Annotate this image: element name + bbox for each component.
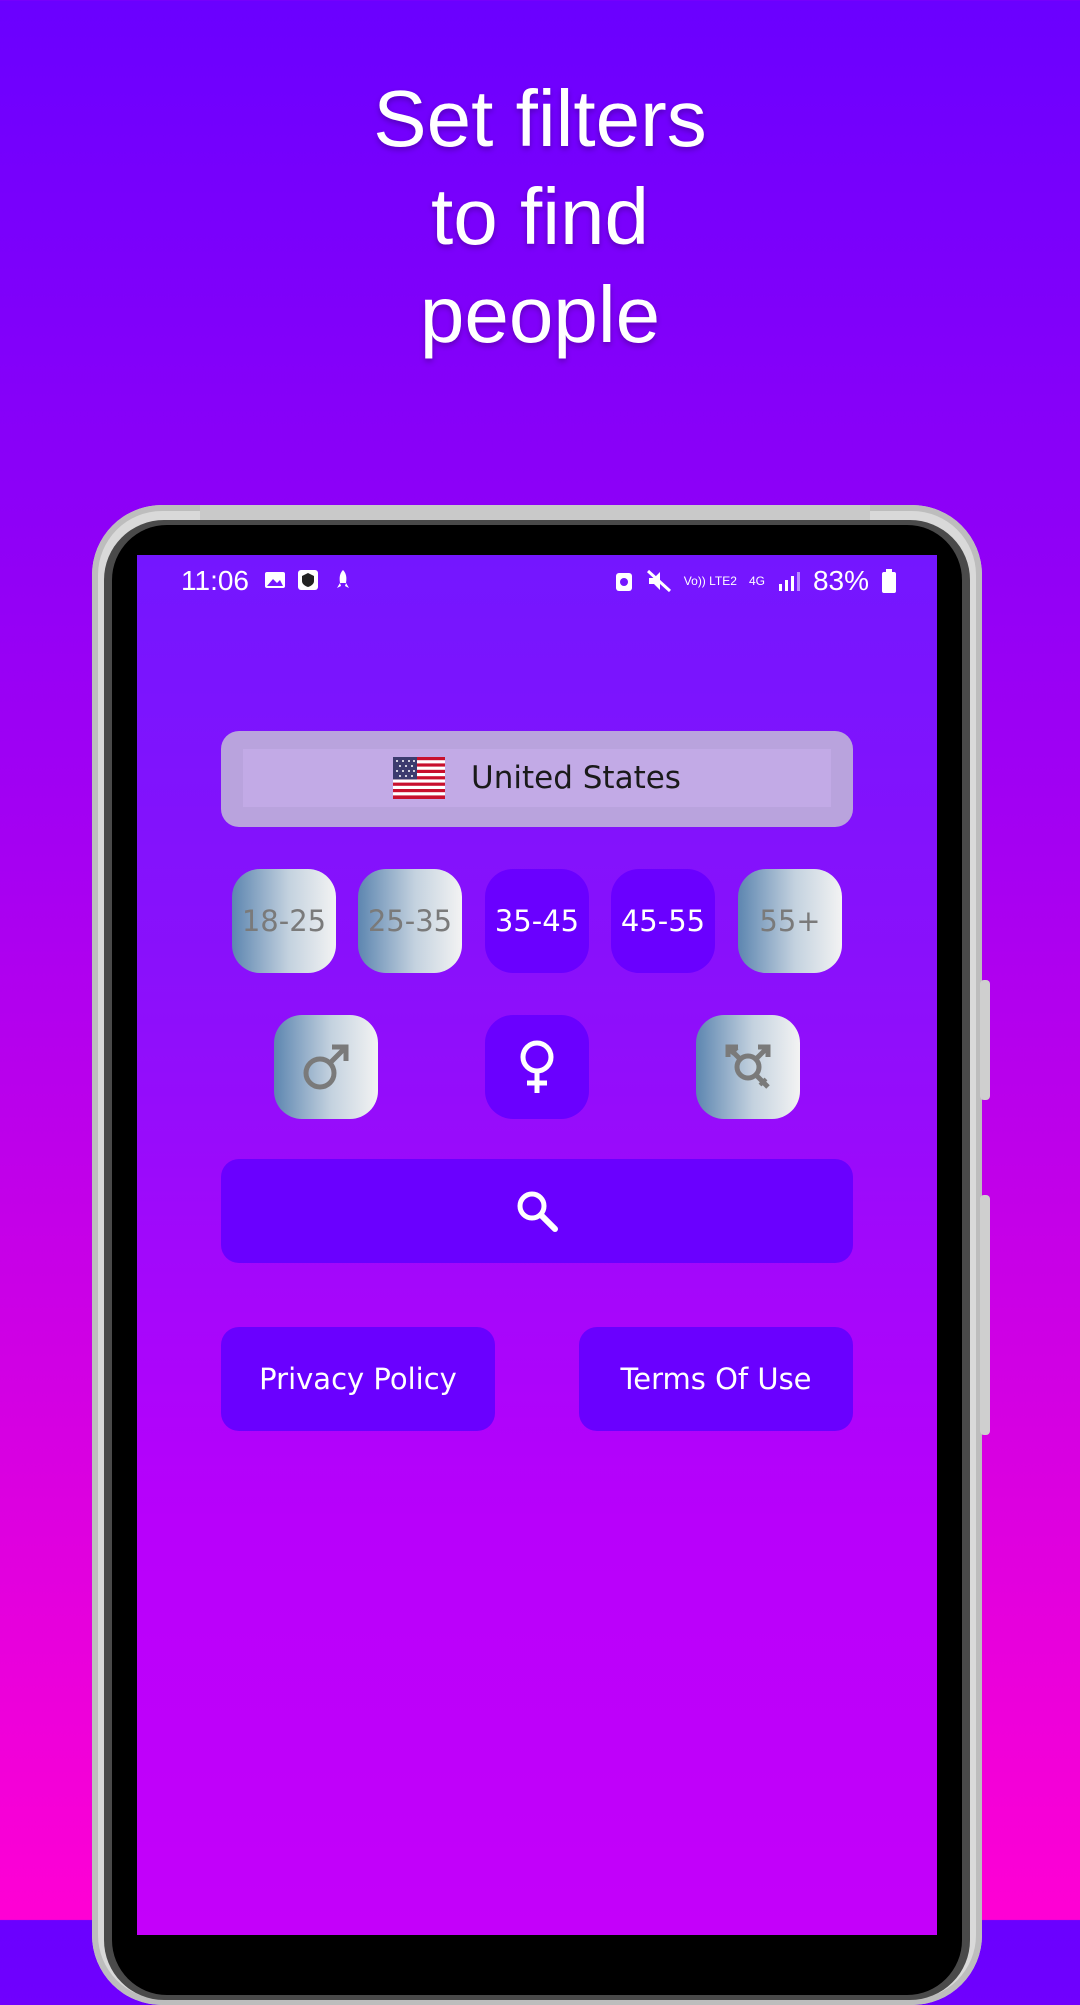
network-type: 4G <box>748 574 765 588</box>
volte-indicator: Vo)) LTE2 <box>683 574 737 588</box>
mute-icon <box>646 569 671 593</box>
headline-line-2: to find <box>431 172 649 261</box>
country-selector[interactable]: United States <box>221 731 853 827</box>
age-45-55-button[interactable]: 45-55 <box>611 869 715 973</box>
rocket-icon <box>337 570 349 588</box>
privacy-policy-button[interactable]: Privacy Policy <box>221 1327 495 1431</box>
age-filter-row: 18-25 25-35 35-45 45-55 55+ <box>232 869 842 973</box>
status-time: 11:06 <box>181 565 249 596</box>
search-button[interactable] <box>221 1159 853 1263</box>
battery-percent: 83% <box>812 565 869 596</box>
vpn-icon <box>298 570 318 590</box>
us-flag-icon <box>393 757 446 799</box>
terms-of-use-button[interactable]: Terms Of Use <box>579 1327 853 1431</box>
search-icon <box>517 1191 558 1232</box>
female-icon <box>520 1040 554 1093</box>
male-icon <box>303 1044 349 1090</box>
phone-side-button <box>980 1195 990 1435</box>
headline-line-1: Set filters <box>373 74 707 163</box>
country-selector-inner: United States <box>243 749 831 807</box>
phone-side-button <box>980 980 990 1100</box>
gender-female-button[interactable] <box>485 1015 589 1119</box>
status-right: Vo)) LTE2 4G 83% <box>614 565 897 597</box>
gallery-icon <box>265 572 285 588</box>
headline-line-3: people <box>419 270 661 359</box>
status-bar: 11:06 Vo)) LTE2 4G 83% <box>137 555 937 605</box>
age-18-25-button[interactable]: 18-25 <box>232 869 336 973</box>
transgender-icon <box>725 1044 771 1089</box>
app-screen: 11:06 Vo)) LTE2 4G 83% United States 18-… <box>137 555 937 1935</box>
headline: Set filters to find people <box>0 70 1080 364</box>
signal-icon <box>778 572 800 591</box>
gender-transgender-button[interactable] <box>696 1015 800 1119</box>
country-name: United States <box>471 760 681 796</box>
age-25-35-button[interactable]: 25-35 <box>358 869 462 973</box>
age-35-45-button[interactable]: 35-45 <box>485 869 589 973</box>
age-55-plus-button[interactable]: 55+ <box>738 869 842 973</box>
gender-male-button[interactable] <box>274 1015 378 1119</box>
alarm-lock-icon <box>615 573 632 591</box>
battery-icon <box>882 569 896 593</box>
